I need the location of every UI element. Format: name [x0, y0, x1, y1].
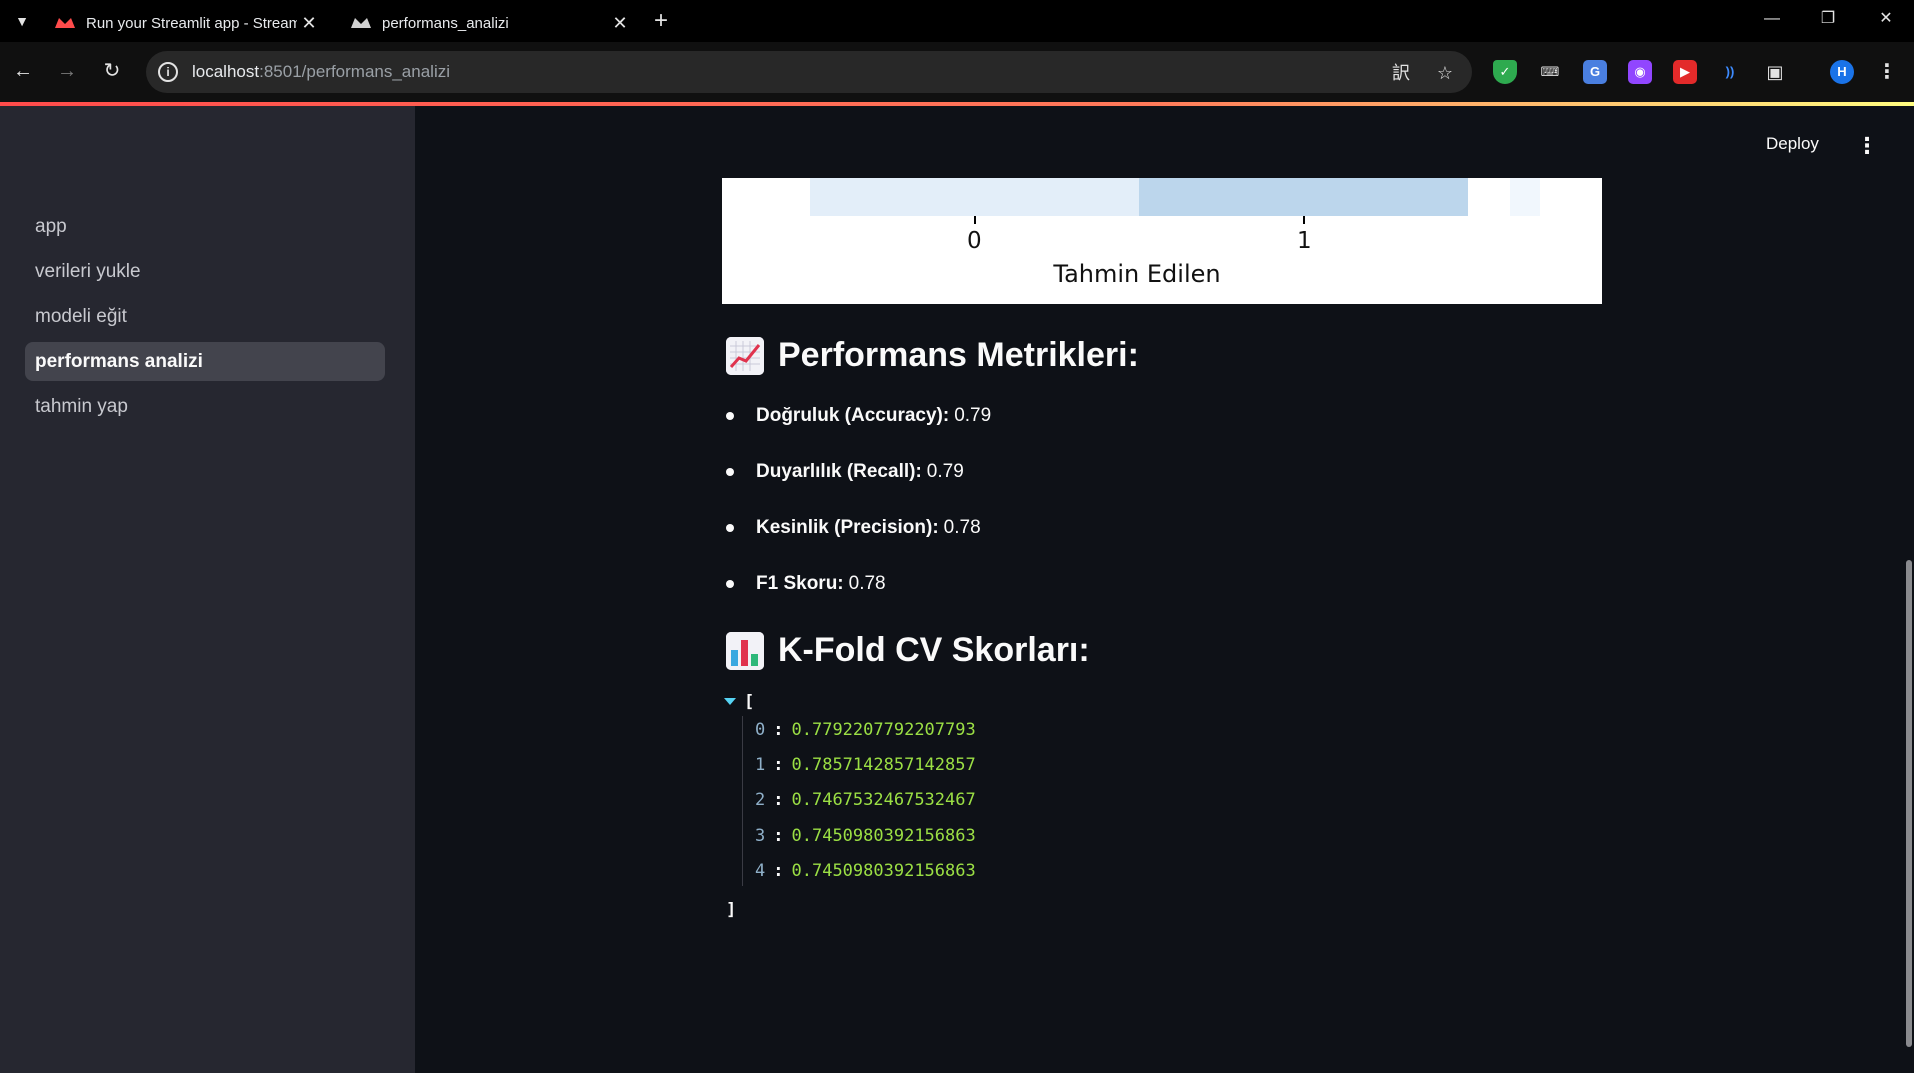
- json-row: 0:0.7792207792207793: [755, 720, 976, 740]
- metric-value: 0.79: [926, 461, 964, 482]
- bullet: [726, 468, 734, 476]
- youtube-extension-icon[interactable]: ▶: [1673, 60, 1697, 84]
- bullet: [726, 412, 734, 420]
- json-viewer: [ 0:0.7792207792207793 1:0.7857142857142…: [724, 692, 1124, 932]
- twitch-extension-icon[interactable]: ◉: [1628, 60, 1652, 84]
- kfold-heading: K-Fold CV Skorları:: [726, 631, 1090, 670]
- json-value: 0.7450980392156863: [791, 861, 976, 881]
- confusion-matrix-image: 0 1 Tahmin Edilen: [722, 178, 1602, 304]
- metric-value: 0.78: [943, 517, 981, 538]
- json-value: 0.7792207792207793: [791, 720, 976, 740]
- metric-label: F1 Skoru:: [756, 573, 844, 594]
- new-tab-plus-icon[interactable]: +: [646, 6, 676, 36]
- page-scrollbar[interactable]: [1906, 560, 1912, 1047]
- json-row: 3:0.7450980392156863: [755, 826, 976, 846]
- json-value: 0.7857142857142857: [791, 755, 976, 775]
- address-bar[interactable]: i localhost:8501/performans_analizi 訳 ☆: [146, 51, 1472, 93]
- tab-title: performans_analizi: [382, 14, 509, 32]
- shield-extension-icon[interactable]: ✓: [1493, 60, 1517, 84]
- x-tick: [1303, 216, 1305, 224]
- x-tick: [974, 216, 976, 224]
- metric-recall: Duyarlılık (Recall): 0.79: [726, 461, 964, 483]
- json-index: 1: [755, 755, 766, 775]
- metric-f1: F1 Skoru: 0.78: [726, 573, 886, 595]
- browser-tab-performans-analizi[interactable]: performans_analizi ✕: [340, 4, 640, 42]
- streamlit-logo-icon: [351, 18, 371, 28]
- metric-value: 0.79: [954, 405, 992, 426]
- keyboard-extension-icon[interactable]: ⌨: [1538, 60, 1562, 84]
- tab-title: Run your Streamlit app - Stream: [86, 14, 297, 32]
- metric-value: 0.78: [848, 573, 886, 594]
- restore-window-icon[interactable]: ❐: [1800, 0, 1856, 38]
- json-value: 0.7450980392156863: [791, 826, 976, 846]
- forward-arrow-icon[interactable]: →: [52, 56, 82, 86]
- metric-label: Duyarlılık (Recall):: [756, 461, 922, 482]
- bar-chart-icon: [726, 631, 764, 670]
- colorbar-fragment: [1510, 178, 1540, 216]
- url-text: localhost:8501/performans_analizi: [192, 62, 451, 81]
- json-value: 0.7467532467532467: [791, 790, 976, 810]
- site-info-icon[interactable]: i: [158, 62, 178, 82]
- json-row: 2:0.7467532467532467: [755, 790, 976, 810]
- x-tick-label-1: 1: [1297, 228, 1312, 254]
- kfold-heading-text: K-Fold CV Skorları:: [778, 631, 1090, 669]
- metrics-heading-text: Performans Metrikleri:: [778, 336, 1139, 374]
- json-index: 3: [755, 826, 766, 846]
- browser-toolbar: ← → ↻ i localhost:8501/performans_analiz…: [0, 42, 1914, 102]
- indent-guide: [742, 716, 743, 886]
- back-arrow-icon[interactable]: ←: [8, 56, 38, 86]
- json-index: 2: [755, 790, 766, 810]
- metrics-heading: Performans Metrikleri:: [726, 336, 1139, 375]
- translate-icon[interactable]: 訳: [1390, 62, 1412, 84]
- tab-close-icon[interactable]: ✕: [608, 13, 632, 34]
- browser-tab-bar: ▼ Run your Streamlit app - Stream ✕ perf…: [0, 0, 1914, 42]
- x-axis-label: Tahmin Edilen: [1053, 260, 1221, 288]
- json-row: 1:0.7857142857142857: [755, 755, 976, 775]
- json-index: 4: [755, 861, 766, 881]
- metric-precision: Kesinlik (Precision): 0.78: [726, 517, 981, 539]
- google-translate-extension-icon[interactable]: G: [1583, 60, 1607, 84]
- browser-menu-icon[interactable]: ⋮: [1875, 60, 1899, 84]
- puzzle-extensions-icon[interactable]: ▣: [1763, 60, 1787, 84]
- bullet: [726, 580, 734, 588]
- json-index: 0: [755, 720, 766, 740]
- audio-extension-icon[interactable]: )): [1718, 60, 1742, 84]
- sidebar-item-app[interactable]: app: [25, 207, 385, 246]
- sidebar-item-performans-analizi[interactable]: performans analizi: [25, 342, 385, 381]
- tab-close-icon[interactable]: ✕: [297, 13, 321, 34]
- heatmap-cell: [810, 178, 1139, 216]
- x-tick-label-0: 0: [967, 228, 982, 254]
- streamlit-logo-icon: [55, 18, 75, 28]
- reload-icon[interactable]: ↻: [97, 56, 127, 86]
- sidebar-item-tahmin-yap[interactable]: tahmin yap: [25, 387, 385, 426]
- metric-label: Doğruluk (Accuracy):: [756, 405, 950, 426]
- sidebar: app verileri yukle modeli eğit performan…: [0, 106, 415, 1073]
- tab-search-chevron-icon[interactable]: ▼: [10, 9, 34, 33]
- collapse-caret-icon[interactable]: [724, 698, 736, 705]
- heatmap-cell: [1139, 178, 1468, 216]
- json-row: 4:0.7450980392156863: [755, 861, 976, 881]
- json-close-bracket: ]: [726, 900, 737, 920]
- profile-avatar[interactable]: H: [1830, 60, 1854, 84]
- metric-label: Kesinlik (Precision):: [756, 517, 939, 538]
- sidebar-item-modeli-egit[interactable]: modeli eğit: [25, 297, 385, 336]
- main-menu-icon[interactable]: ⋮: [1855, 132, 1879, 160]
- bookmark-star-icon[interactable]: ☆: [1434, 62, 1456, 84]
- browser-tab-streamlit-app[interactable]: Run your Streamlit app - Stream ✕: [44, 4, 329, 42]
- bullet: [726, 524, 734, 532]
- json-open-bracket: [: [744, 692, 755, 712]
- sidebar-item-verileri-yukle[interactable]: verileri yukle: [25, 252, 385, 291]
- deploy-button[interactable]: Deploy: [1766, 134, 1819, 154]
- metric-accuracy: Doğruluk (Accuracy): 0.79: [726, 405, 991, 427]
- minimize-icon[interactable]: —: [1744, 0, 1800, 38]
- chart-increasing-icon: [726, 336, 764, 375]
- close-window-icon[interactable]: ✕: [1858, 0, 1914, 38]
